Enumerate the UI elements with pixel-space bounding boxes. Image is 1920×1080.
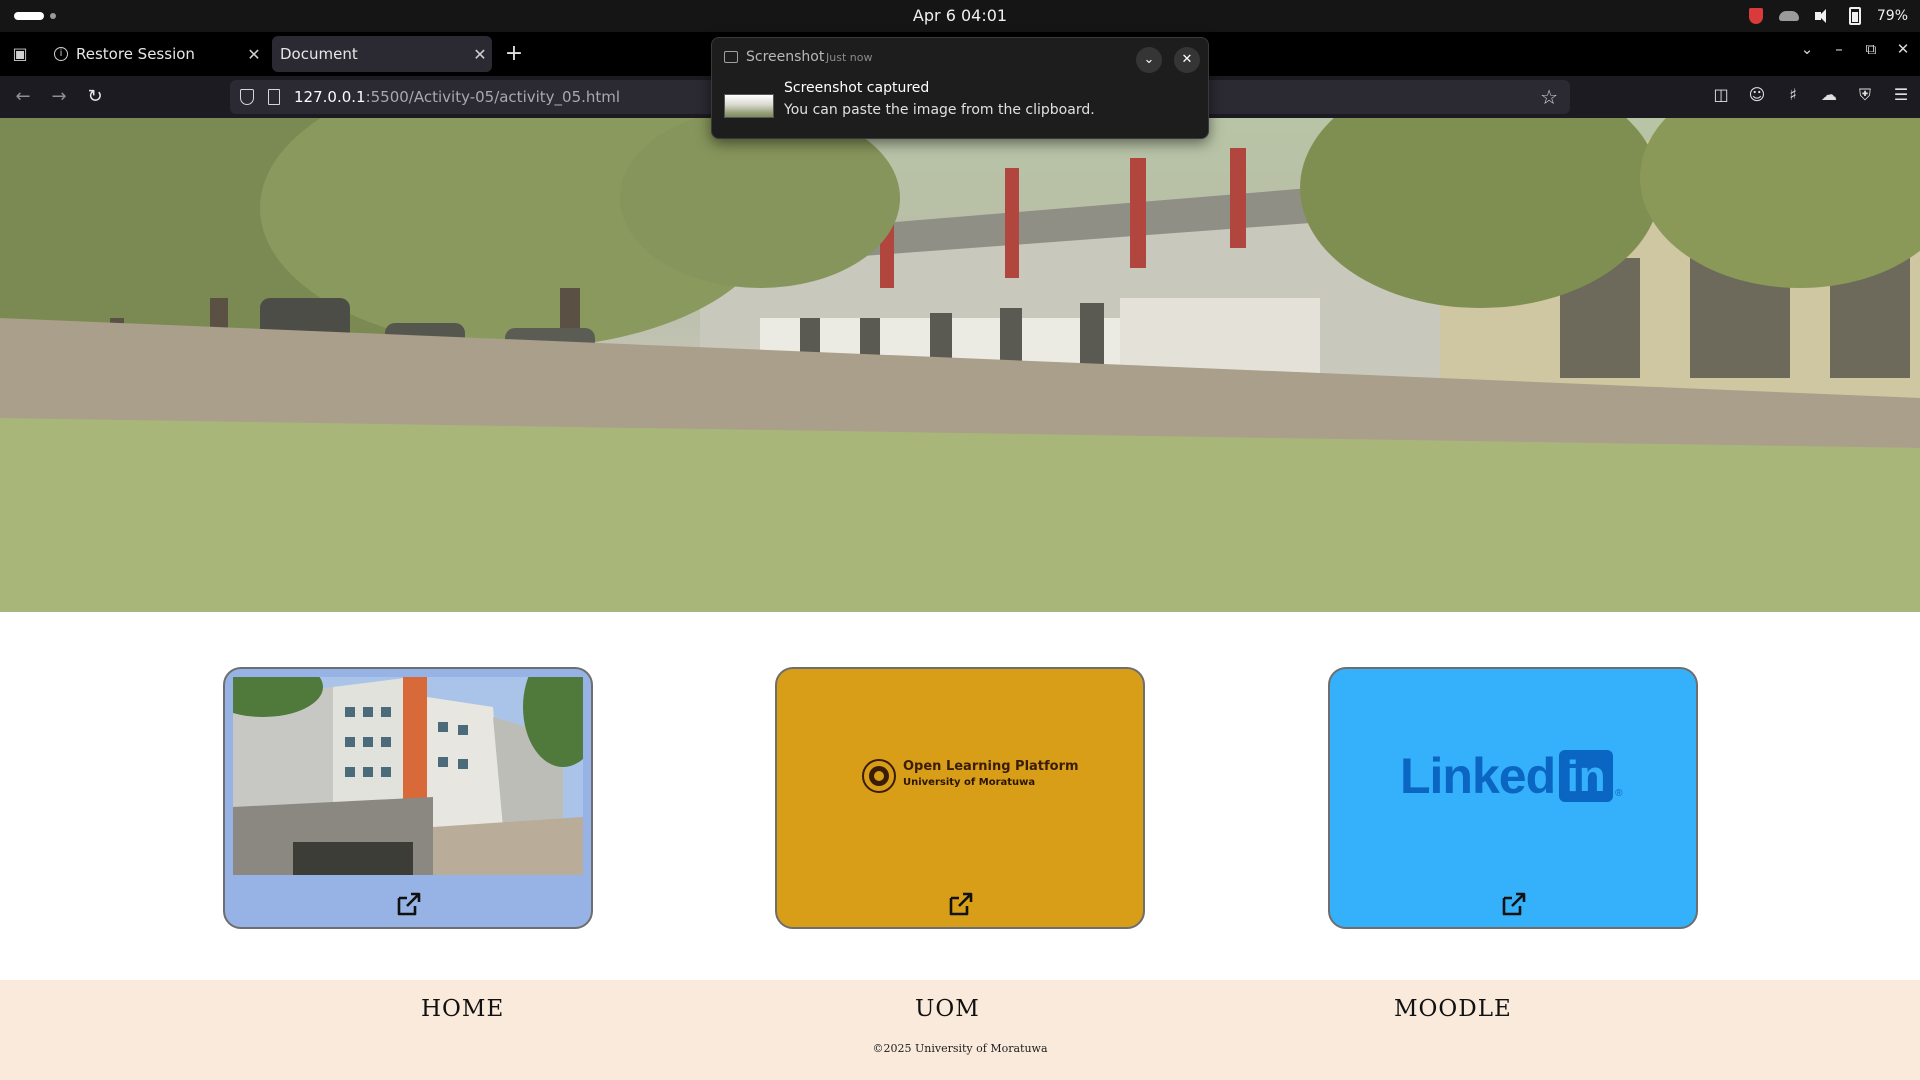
list-all-tabs-icon[interactable]: ⌄ (1798, 40, 1816, 58)
window-controls: ⌄ – ⧉ ✕ (1798, 40, 1912, 58)
linkedin-registered-mark: ® (1615, 787, 1623, 799)
os-top-bar: Apr 6 04:01 79% (0, 0, 1920, 32)
reload-button[interactable]: ↻ (82, 84, 108, 110)
cloud-sync-icon[interactable] (1778, 11, 1799, 21)
close-tab-icon[interactable]: ✕ (468, 45, 492, 64)
pocket-icon[interactable]: ◫ (1712, 86, 1730, 104)
battery-icon[interactable] (1848, 7, 1861, 25)
workspace-indicator[interactable] (50, 13, 56, 19)
container-icon[interactable]: ☁ (1820, 86, 1838, 104)
ublock-shield-icon[interactable]: ⛨ (1856, 86, 1874, 104)
account-icon[interactable]: ☺ (1748, 86, 1766, 104)
external-link-icon[interactable] (945, 889, 975, 919)
screenshot-app-icon (724, 51, 738, 63)
battery-percentage: 79% (1876, 8, 1908, 24)
tab-document[interactable]: Document ✕ (272, 36, 492, 72)
open-learning-platform-logo: Open Learning Platform University of Mor… (861, 753, 1079, 801)
tracking-protection-icon[interactable] (240, 89, 254, 105)
university-seal-icon (862, 759, 896, 793)
tab-title: Document (280, 45, 358, 63)
footer-link-uom[interactable]: UOM (915, 996, 980, 1022)
screenshot-notification[interactable]: Screenshot Just now ⌄ ✕ Screenshot captu… (711, 37, 1209, 139)
minimize-button[interactable]: – (1830, 40, 1848, 58)
info-icon: i (54, 47, 68, 61)
moodle-link-card[interactable]: Linked in ® (1328, 667, 1698, 929)
notification-body: You can paste the image from the clipboa… (784, 102, 1095, 118)
linkedin-logo: Linked in ® (1400, 747, 1623, 805)
url-text[interactable]: 127.0.0.1:5500/Activity-05/activity_05.h… (294, 88, 620, 106)
screenshot-thumbnail (724, 94, 774, 118)
bookmark-star-icon[interactable]: ☆ (1540, 85, 1558, 109)
extensions-icon[interactable]: ♯ (1784, 86, 1802, 104)
notification-app-name: Screenshot (746, 49, 825, 65)
tab-list-icon[interactable]: ▣ (10, 44, 30, 64)
olp-logo-title: Open Learning Platform (903, 759, 1079, 774)
security-shield-icon[interactable] (1748, 8, 1763, 24)
menu-hamburger-icon[interactable]: ☰ (1892, 86, 1910, 104)
notification-time: Just now (826, 51, 873, 64)
uom-link-card[interactable]: Open Learning Platform University of Mor… (775, 667, 1145, 929)
copyright-text: ©2025 University of Moratuwa (872, 1042, 1048, 1055)
page-footer: HOME UOM MOODLE ©2025 University of Mora… (0, 980, 1920, 1080)
building-photo-illustration (233, 677, 583, 875)
linkedin-logo-word: Linked (1400, 748, 1556, 804)
close-tab-icon[interactable]: ✕ (242, 45, 266, 64)
footer-link-home[interactable]: HOME (421, 996, 504, 1022)
clock-area: Apr 6 04:01 (0, 6, 1920, 25)
toolbar-icons: ◫ ☺ ♯ ☁ ⛨ ☰ (1712, 86, 1910, 104)
page-viewport: Open Learning Platform University of Mor… (0, 118, 1920, 1080)
tab-restore-session[interactable]: i Restore Session ✕ (44, 36, 266, 72)
url-host: 127.0.0.1 (294, 88, 366, 106)
system-tray[interactable]: 79% (1748, 5, 1908, 27)
forward-button[interactable]: → (46, 84, 72, 110)
expand-notification-button[interactable]: ⌄ (1136, 47, 1162, 73)
olp-logo-subtitle: University of Moratuwa (903, 777, 1036, 788)
notification-title: Screenshot captured (784, 80, 930, 96)
activities-button[interactable] (14, 12, 44, 20)
restore-button[interactable]: ⧉ (1862, 40, 1880, 58)
clock-datetime[interactable]: Apr 6 04:01 (913, 6, 1007, 25)
footer-link-moodle[interactable]: MOODLE (1394, 996, 1512, 1022)
url-path: :5500/Activity-05/activity_05.html (365, 88, 621, 106)
back-button[interactable]: ← (10, 84, 36, 110)
new-tab-button[interactable]: + (502, 42, 526, 66)
home-building-image (233, 677, 583, 875)
close-window-button[interactable]: ✕ (1894, 40, 1912, 58)
external-link-icon[interactable] (1498, 889, 1528, 919)
external-link-icon[interactable] (393, 889, 423, 919)
hero-campus-image (0, 118, 1920, 612)
hero-campus-illustration (0, 118, 1920, 612)
tab-title: Restore Session (76, 45, 195, 63)
volume-icon[interactable] (1814, 8, 1833, 24)
home-link-card[interactable] (223, 667, 593, 929)
close-notification-button[interactable]: ✕ (1174, 47, 1200, 73)
linkedin-logo-box: in (1559, 750, 1614, 802)
page-info-icon[interactable] (268, 89, 280, 105)
